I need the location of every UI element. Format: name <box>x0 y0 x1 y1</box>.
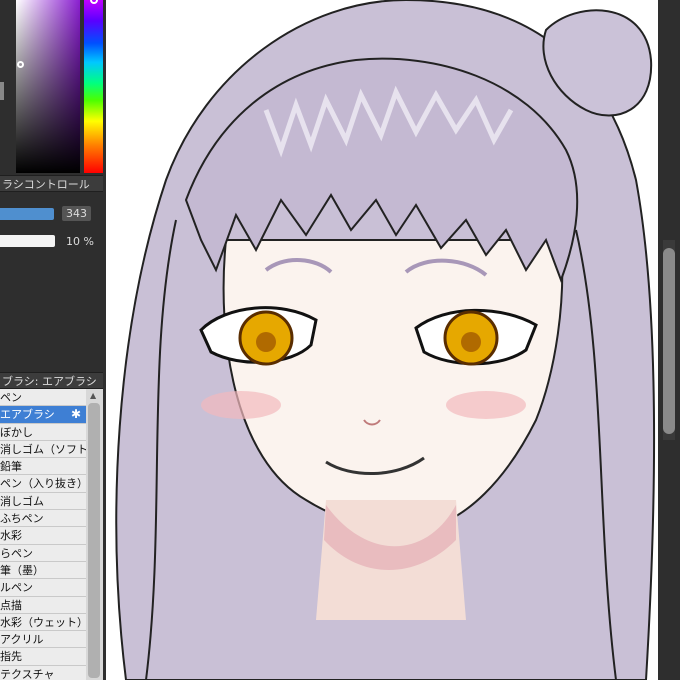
brush-size-slider[interactable] <box>0 208 54 220</box>
brush-item-label: ペン（入り抜き） <box>0 477 86 491</box>
brush-size-value[interactable]: 343 <box>62 206 91 221</box>
brush-item-stipple[interactable]: 点描 <box>0 597 86 614</box>
brush-item-label: ぼかし <box>0 425 33 439</box>
brush-item-tapered-pen[interactable]: ペン（入り抜き） <box>0 475 86 493</box>
brush-size-value-box: 343 <box>62 206 91 221</box>
hue-slider[interactable] <box>84 0 103 173</box>
left-panel: ラシコントロール 343 10 % ブラシ: エアブラシ ペン エアブラシ ✱ ぼ… <box>0 0 106 680</box>
brush-item-label: アクリル <box>0 633 44 647</box>
brush-item-label: ルペン <box>0 581 33 595</box>
brush-opacity-value: 10 % <box>66 235 94 248</box>
brush-item-airbrush[interactable]: エアブラシ ✱ <box>0 406 86 424</box>
brush-item-label: 筆（墨） <box>0 563 44 577</box>
brush-item-finger[interactable]: 指先 <box>0 648 86 666</box>
blush-left <box>201 391 281 419</box>
brush-item-wet-watercolor[interactable]: 水彩（ウェット） <box>0 614 86 632</box>
up-arrow-icon[interactable]: ▲ <box>90 391 96 400</box>
brush-item-eraser[interactable]: 消しゴム <box>0 493 86 511</box>
brush-item-blur[interactable]: ぼかし <box>0 424 86 441</box>
color-picker-handle[interactable] <box>17 61 24 68</box>
brush-item-label: 鉛筆 <box>0 460 22 474</box>
brush-opacity-slider[interactable] <box>0 235 55 247</box>
brush-item-ink-brush[interactable]: 筆（墨） <box>0 562 86 580</box>
brush-item-label: 水彩 <box>0 529 22 543</box>
eye-left-pupil <box>256 332 276 352</box>
brush-list: ペン エアブラシ ✱ ぼかし 消しゴム（ソフト） 鉛筆 ペン（入り抜き） 消しゴム… <box>0 389 86 680</box>
panel-edge-tab[interactable] <box>0 82 4 100</box>
brush-item-label: 消しゴム（ソフト） <box>0 442 86 456</box>
brush-item-label: らペン <box>0 546 33 560</box>
brush-item-label: エアブラシ <box>0 408 55 422</box>
gear-icon[interactable]: ✱ <box>71 406 81 422</box>
brush-item-pen-2[interactable]: らペン <box>0 545 86 562</box>
brush-list-scrollbar[interactable]: ▲ <box>86 389 103 680</box>
brush-item-label: 水彩（ウェット） <box>0 615 86 629</box>
brush-item-label: 点描 <box>0 598 22 612</box>
brush-item-soft-eraser[interactable]: 消しゴム（ソフト） <box>0 441 86 459</box>
canvas-scroll-thumb[interactable] <box>663 248 675 434</box>
brush-list-scroll-thumb[interactable] <box>88 403 100 678</box>
brush-item-pen-3[interactable]: ルペン <box>0 579 86 597</box>
brush-item-watercolor[interactable]: 水彩 <box>0 527 86 545</box>
artwork-illustration <box>115 0 656 680</box>
brush-control-title: ラシコントロール <box>0 175 103 192</box>
brush-item-pen[interactable]: ペン <box>0 389 86 407</box>
blush-right <box>446 391 526 419</box>
eye-right-pupil <box>461 332 481 352</box>
brush-item-label: 消しゴム <box>0 494 44 508</box>
brush-item-edge-pen[interactable]: ふちペン <box>0 510 86 528</box>
brush-panel-title: ブラシ: エアブラシ <box>0 372 103 389</box>
brush-item-pencil[interactable]: 鉛筆 <box>0 458 86 476</box>
brush-item-label: テクスチャ <box>0 667 55 680</box>
color-saturation-value-picker[interactable] <box>16 0 80 173</box>
drawing-canvas[interactable] <box>106 0 658 680</box>
brush-item-label: ふちペン <box>0 512 44 526</box>
brush-item-label: 指先 <box>0 650 22 664</box>
brush-item-acrylic[interactable]: アクリル <box>0 631 86 649</box>
brush-item-label: ペン <box>0 391 22 404</box>
brush-item-texture[interactable]: テクスチャ <box>0 666 86 680</box>
